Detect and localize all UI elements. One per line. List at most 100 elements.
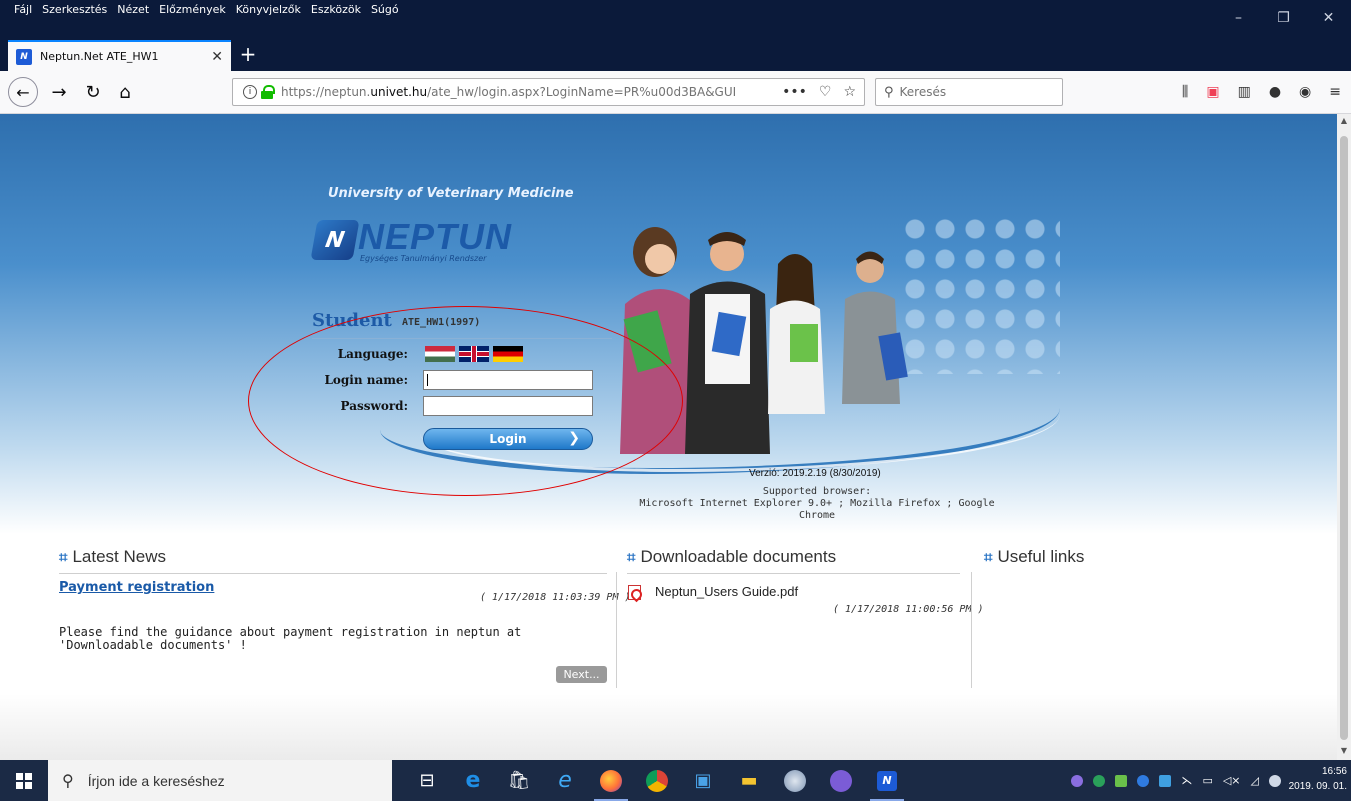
clock-date: 2019. 09. 01. (1288, 781, 1347, 792)
forward-arrow-icon[interactable]: → (44, 77, 74, 107)
grid-icon: ⌗ (627, 548, 636, 566)
browser-menubar: Fájl Szerkesztés Nézet Előzmények Könyvj… (0, 0, 1351, 36)
university-name: University of Veterinary Medicine (328, 186, 574, 201)
start-button[interactable] (0, 760, 48, 801)
firefox-icon[interactable] (588, 760, 634, 801)
bluetooth-tray-icon[interactable] (1137, 774, 1150, 787)
account-icon[interactable]: ◉ (1299, 84, 1311, 100)
back-arrow-icon[interactable]: ← (8, 77, 38, 107)
version-text: Verzió: 2019.2.19 (8/30/2019) (749, 468, 881, 479)
viber-icon[interactable] (818, 760, 864, 801)
red-highlight-ellipse (248, 306, 683, 496)
reload-icon[interactable]: ↻ (78, 77, 108, 107)
notification-app-tray-icon[interactable] (1269, 774, 1281, 787)
taskbar-search-placeholder: Írjon ide a kereséshez (87, 772, 225, 789)
scroll-down-icon[interactable]: ▼ (1340, 746, 1348, 756)
neptun-logo-icon: N (310, 220, 360, 260)
url-text[interactable]: https://neptun.univet.hu/ate_hw/login.as… (281, 85, 776, 99)
chrome-icon[interactable] (634, 760, 680, 801)
latest-news-title: Latest News (72, 547, 166, 566)
new-tab-button[interactable]: + (236, 40, 260, 70)
url-actions: ••• ♡ ☆ (782, 84, 864, 100)
supported-browsers-heading: Supported browser: (762, 486, 872, 497)
lock-icon (261, 85, 275, 99)
search-placeholder: Keresés (899, 85, 947, 99)
menu-tools[interactable]: Eszközök (311, 0, 361, 20)
tab-title: Neptun.Net ATE_HW1 (40, 50, 159, 63)
url-bar[interactable]: i https://neptun.univet.hu/ate_hw/login.… (232, 78, 865, 106)
news-item-body: Please find the guidance about payment r… (59, 625, 522, 652)
menu-bookmarks[interactable]: Könyvjelzők (236, 0, 301, 20)
menu-items: Fájl Szerkesztés Nézet Előzmények Könyvj… (14, 0, 399, 20)
neptun-logo-subtitle: Egységes Tanulmányi Rendszer (360, 254, 487, 263)
battery-tray-icon[interactable]: ▭ (1202, 774, 1212, 787)
news-item-title-link[interactable]: Payment registration (59, 580, 214, 595)
search-icon: ⚲ (62, 772, 74, 790)
volume-tray-icon[interactable]: ◁× (1223, 774, 1241, 787)
nvidia-tray-icon[interactable] (1115, 774, 1128, 787)
document-link[interactable]: Neptun_Users Guide.pdf (655, 584, 798, 599)
menu-edit[interactable]: Szerkesztés (42, 0, 107, 20)
toolbar-icons: ⫼ ▣ ▥ ● ◉ ≡ (1182, 84, 1341, 100)
sidebar-icon[interactable]: ▥ (1238, 84, 1251, 100)
windows-taskbar: ⚲ Írjon ide a kereséshez ⊟ e 🛍 e ▣ ▬ N ⋋… (0, 760, 1351, 801)
scroll-up-icon[interactable]: ▲ (1340, 116, 1348, 126)
menu-view[interactable]: Nézet (117, 0, 149, 20)
restore-button[interactable]: ❐ (1261, 0, 1306, 36)
taskbar-search-input[interactable]: ⚲ Írjon ide a kereséshez (48, 760, 392, 801)
menu-history[interactable]: Előzmények (159, 0, 226, 20)
documents-title: Downloadable documents (640, 547, 837, 566)
taskbar-clock[interactable]: 16:56 2019. 09. 01. (1289, 764, 1347, 794)
bookmark-star-icon[interactable]: ☆ (843, 84, 856, 100)
menu-file[interactable]: Fájl (14, 0, 32, 20)
app-icon[interactable]: ▣ (680, 760, 726, 801)
grid-icon: ⌗ (59, 548, 68, 566)
network-tray-icon[interactable]: ⋋ (1181, 774, 1192, 787)
documents-divider (627, 573, 960, 574)
search-icon: ⚲ (884, 84, 894, 100)
scrollbar-thumb[interactable] (1340, 136, 1348, 740)
tab-close-icon[interactable]: ✕ (211, 49, 223, 65)
document-date: ( 1/17/2018 11:00:56 PM ) (833, 604, 984, 615)
pocket-icon[interactable]: ♡ (819, 84, 832, 100)
library-icon[interactable]: ⫼ (1182, 84, 1188, 100)
supported-browsers: Supported browser: Microsoft Internet Ex… (627, 486, 1007, 522)
wifi-tray-icon[interactable]: ◿ (1251, 774, 1259, 787)
clock-time: 16:56 (1321, 766, 1347, 777)
supported-browsers-list: Microsoft Internet Explorer 9.0+ ; Mozil… (639, 498, 995, 521)
menu-help[interactable]: Súgó (371, 0, 399, 20)
edge-icon[interactable]: e (450, 760, 496, 801)
pocket-toolbar-icon[interactable]: ▣ (1206, 84, 1219, 100)
news-divider (59, 573, 607, 574)
news-item-date: ( 1/17/2018 11:03:39 PM ) (480, 592, 631, 603)
viber-tray-icon[interactable] (1071, 774, 1084, 787)
pdf-icon (628, 585, 641, 600)
info-icon[interactable]: i (243, 85, 257, 99)
close-window-button[interactable]: ✕ (1306, 0, 1351, 36)
file-explorer-icon[interactable]: ▬ (726, 760, 772, 801)
store-icon[interactable]: 🛍 (496, 760, 542, 801)
navigation-bar: ← → ↻ ⌂ i https://neptun.univet.hu/ate_h… (0, 71, 1351, 114)
minimize-button[interactable]: – (1216, 0, 1261, 36)
documents-heading: ⌗ Downloadable documents (627, 547, 836, 567)
home-icon[interactable]: ⌂ (110, 77, 140, 107)
page-actions-icon[interactable]: ••• (782, 84, 807, 100)
latest-news-heading: ⌗ Latest News (59, 547, 166, 567)
search-input[interactable]: ⚲ Keresés (875, 78, 1063, 106)
app-swirl-icon[interactable] (772, 760, 818, 801)
task-view-icon[interactable]: ⊟ (404, 760, 450, 801)
extension-icon[interactable]: ● (1269, 84, 1281, 100)
taskbar-apps: ⊟ e 🛍 e ▣ ▬ N (404, 760, 910, 801)
vpn-tray-icon[interactable] (1093, 774, 1106, 787)
neptun-logo-text: NEPTUN (358, 216, 513, 257)
column-divider (616, 572, 617, 688)
useful-links-title: Useful links (997, 547, 1085, 566)
hamburger-menu-icon[interactable]: ≡ (1329, 84, 1341, 100)
neptun-taskbar-icon[interactable]: N (864, 760, 910, 801)
windows-logo-icon (16, 772, 32, 789)
window-controls: – ❐ ✕ (1216, 0, 1351, 36)
next-button[interactable]: Next... (556, 666, 607, 683)
app-tray-icon[interactable] (1159, 774, 1172, 787)
internet-explorer-icon[interactable]: e (542, 760, 588, 801)
tab-neptun[interactable]: N Neptun.Net ATE_HW1 ✕ (8, 40, 231, 71)
